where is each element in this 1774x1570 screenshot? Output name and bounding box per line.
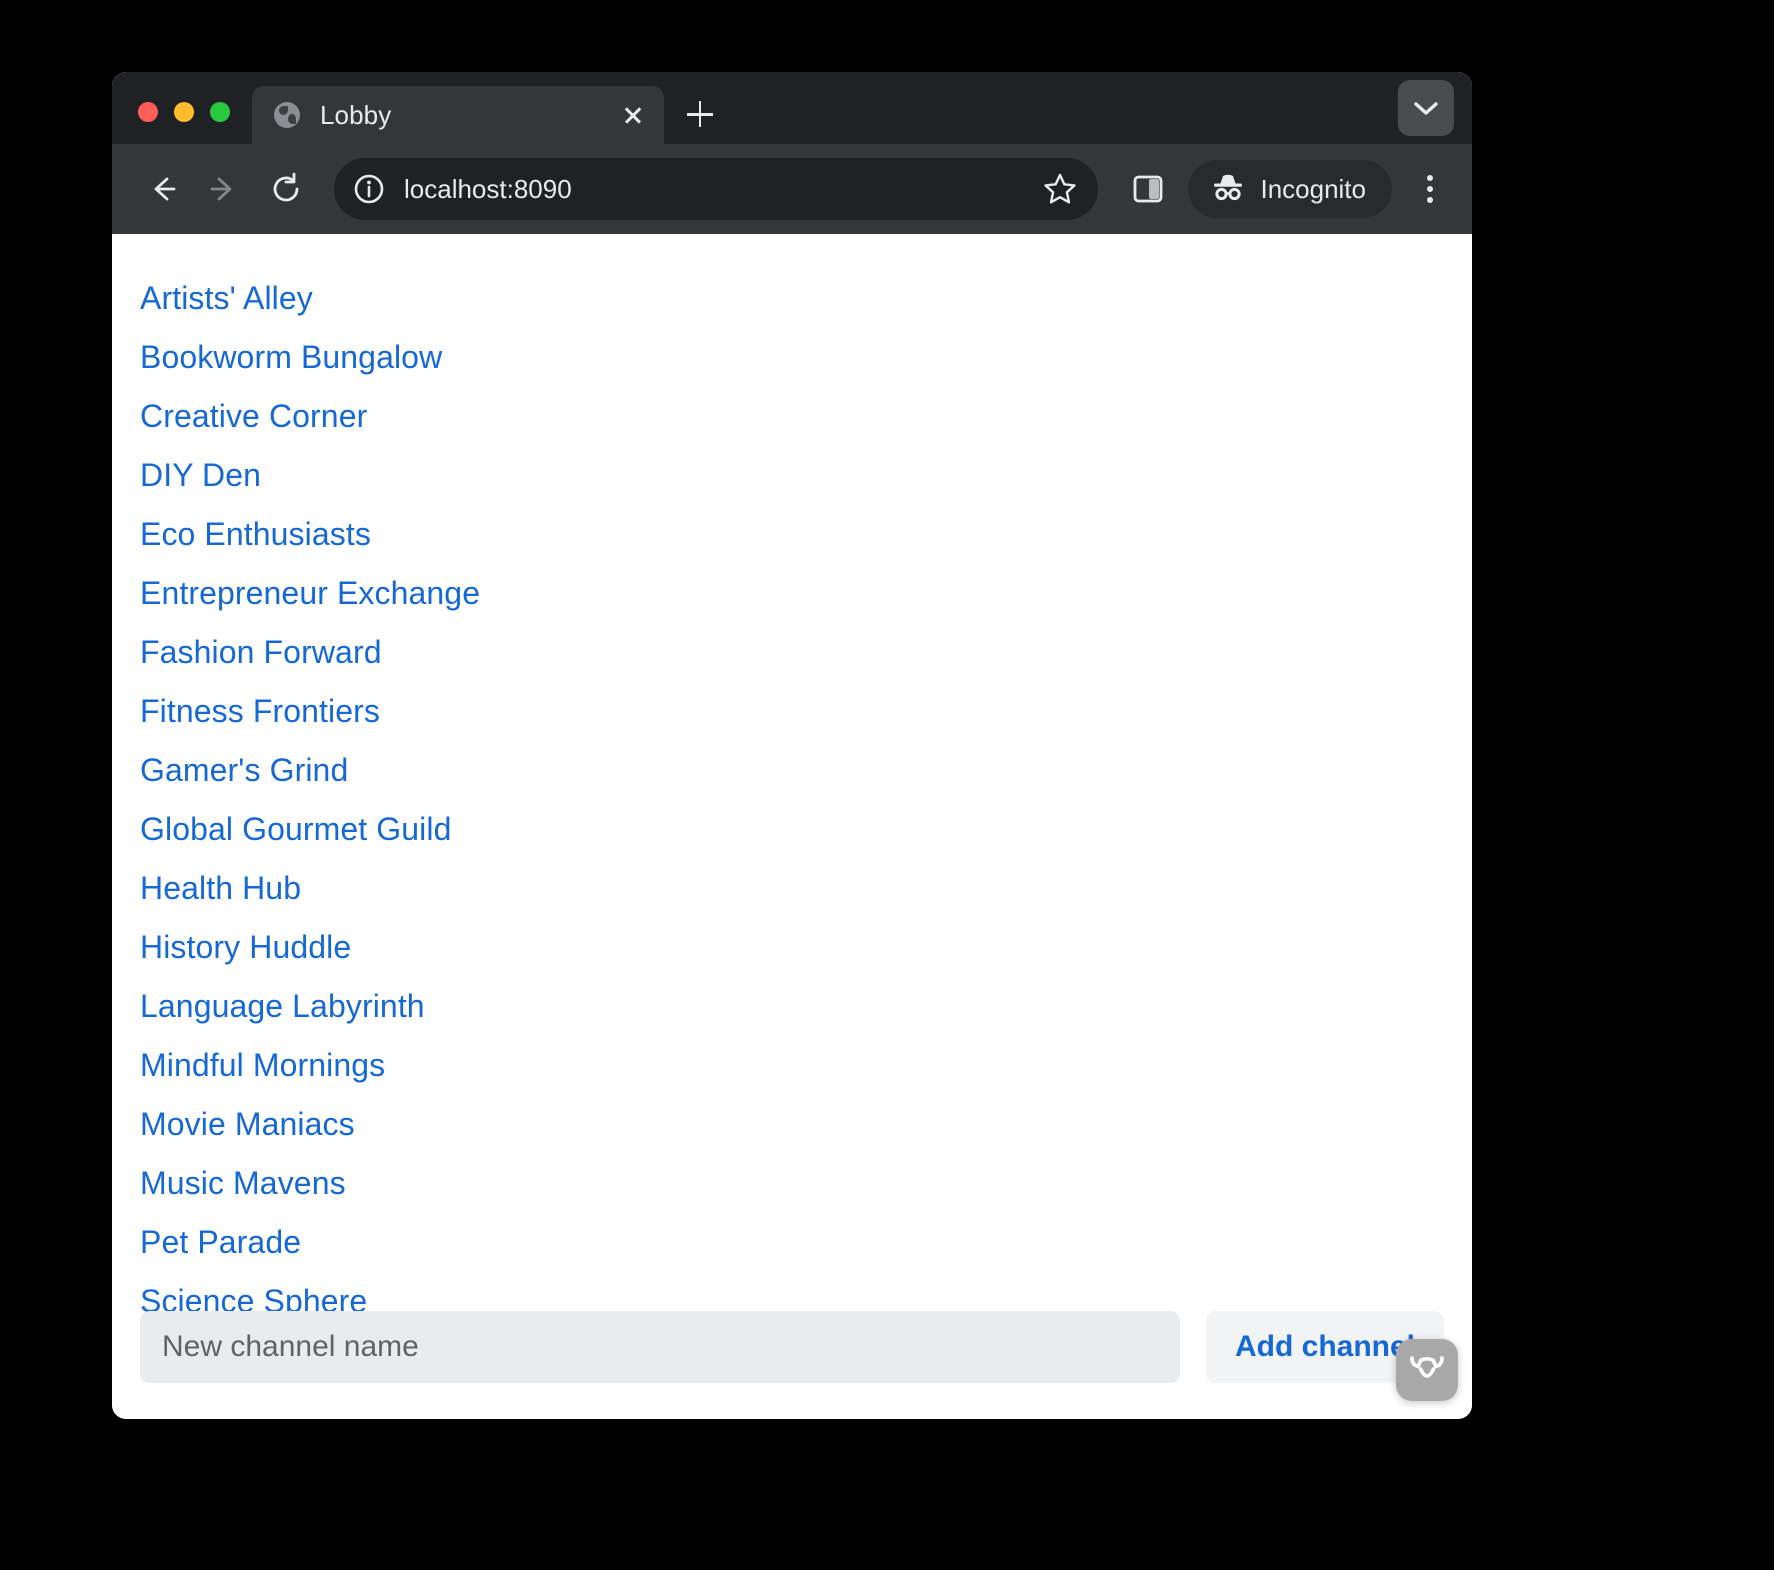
minimize-window-button[interactable] xyxy=(174,102,194,122)
globe-icon xyxy=(274,102,300,128)
list-item: Bookworm Bungalow xyxy=(140,331,1472,390)
channel-link[interactable]: History Huddle xyxy=(140,929,351,965)
list-item: Gamer's Grind xyxy=(140,744,1472,803)
list-item: Entrepreneur Exchange xyxy=(140,567,1472,626)
kebab-menu-icon[interactable] xyxy=(1406,161,1454,217)
close-icon[interactable] xyxy=(616,98,650,132)
tab-title: Lobby xyxy=(320,99,392,130)
tab-strip: Lobby xyxy=(112,72,1472,144)
channel-link[interactable]: Creative Corner xyxy=(140,398,367,434)
page-content: Artists' Alley Bookworm Bungalow Creativ… xyxy=(112,234,1472,1419)
list-item: Eco Enthusiasts xyxy=(140,508,1472,567)
list-item: Artists' Alley xyxy=(140,272,1472,331)
channel-link[interactable]: Bookworm Bungalow xyxy=(140,339,442,375)
list-item: Fashion Forward xyxy=(140,626,1472,685)
channel-link[interactable]: Eco Enthusiasts xyxy=(140,516,371,552)
list-item: Language Labyrinth xyxy=(140,980,1472,1039)
new-channel-name-input[interactable] xyxy=(140,1311,1180,1383)
channel-link[interactable]: DIY Den xyxy=(140,457,261,493)
channel-list: Artists' Alley Bookworm Bungalow Creativ… xyxy=(112,272,1472,1393)
browser-window: Lobby localhost:8090 Incognito Artists' … xyxy=(112,72,1472,1419)
kebab-dot xyxy=(1427,186,1433,192)
address-bar[interactable]: localhost:8090 xyxy=(334,158,1099,220)
incognito-indicator[interactable]: Incognito xyxy=(1188,160,1392,218)
list-item: DIY Den xyxy=(140,449,1472,508)
info-circle-icon[interactable] xyxy=(346,166,392,212)
arrow-left-icon[interactable] xyxy=(134,161,190,217)
kebab-dot xyxy=(1427,197,1433,203)
browser-tab-lobby[interactable]: Lobby xyxy=(252,86,664,144)
channel-link[interactable]: Movie Maniacs xyxy=(140,1106,355,1142)
channel-link[interactable]: Gamer's Grind xyxy=(140,752,348,788)
star-icon[interactable] xyxy=(1036,165,1084,213)
channel-link[interactable]: Entrepreneur Exchange xyxy=(140,575,480,611)
channel-link[interactable]: Language Labyrinth xyxy=(140,988,425,1024)
zoom-window-button[interactable] xyxy=(210,102,230,122)
channel-link[interactable]: Mindful Mornings xyxy=(140,1047,385,1083)
channel-link[interactable]: Global Gourmet Guild xyxy=(140,811,451,847)
list-item: Movie Maniacs xyxy=(140,1098,1472,1157)
reload-icon[interactable] xyxy=(258,161,314,217)
list-item: History Huddle xyxy=(140,921,1472,980)
list-item: Global Gourmet Guild xyxy=(140,803,1472,862)
list-item: Mindful Mornings xyxy=(140,1039,1472,1098)
list-item: Fitness Frontiers xyxy=(140,685,1472,744)
channel-link[interactable]: Health Hub xyxy=(140,870,301,906)
channel-link[interactable]: Pet Parade xyxy=(140,1224,301,1260)
channel-link[interactable]: Fitness Frontiers xyxy=(140,693,380,729)
list-item: Health Hub xyxy=(140,862,1472,921)
list-item: Music Mavens xyxy=(140,1157,1472,1216)
url-text: localhost:8090 xyxy=(404,173,572,204)
list-item: Creative Corner xyxy=(140,390,1472,449)
channel-link[interactable]: Artists' Alley xyxy=(140,280,313,316)
window-traffic-lights xyxy=(112,102,248,144)
chevron-down-icon[interactable] xyxy=(1398,80,1454,136)
channel-link[interactable]: Fashion Forward xyxy=(140,634,382,670)
side-panel-icon[interactable] xyxy=(1122,163,1174,215)
channel-link[interactable]: Music Mavens xyxy=(140,1165,346,1201)
browser-toolbar: localhost:8090 Incognito xyxy=(112,144,1472,234)
incognito-label: Incognito xyxy=(1260,173,1366,204)
plus-icon[interactable] xyxy=(672,86,728,142)
arrow-right-icon[interactable] xyxy=(196,161,252,217)
incognito-icon xyxy=(1210,172,1246,207)
bull-head-icon[interactable] xyxy=(1396,1339,1458,1401)
list-item: Pet Parade xyxy=(140,1216,1472,1275)
close-window-button[interactable] xyxy=(138,102,158,122)
kebab-dot xyxy=(1427,175,1433,181)
screen: Lobby localhost:8090 Incognito Artists' … xyxy=(0,0,1774,1570)
add-channel-row: Add channel xyxy=(140,1311,1444,1383)
